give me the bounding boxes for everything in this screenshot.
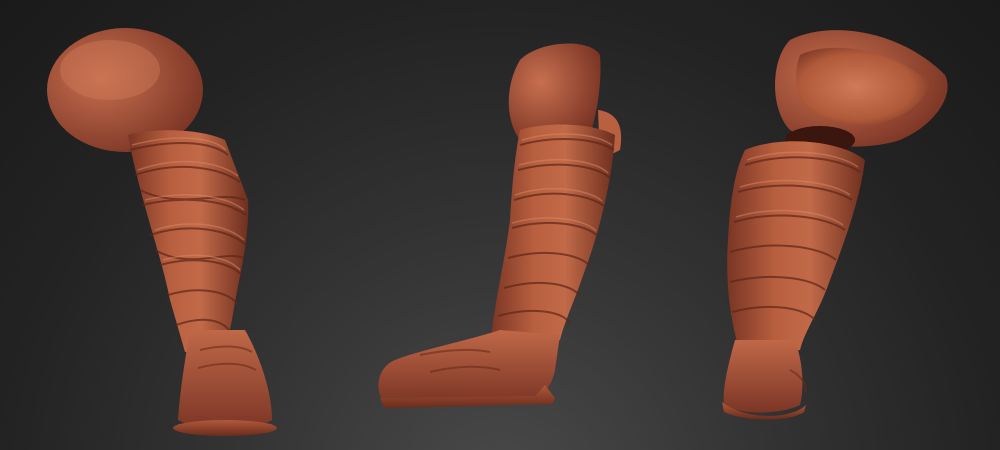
boot-sole xyxy=(173,420,277,436)
boot-shoe xyxy=(723,340,803,413)
boot-back-view[interactable] xyxy=(722,30,948,420)
boot-front-view[interactable] xyxy=(47,28,277,436)
wrapped-leg xyxy=(128,130,249,352)
boot-side-view[interactable] xyxy=(378,43,622,408)
sculpt-viewport[interactable] xyxy=(0,0,1000,450)
boot-shoe xyxy=(178,330,272,429)
boot-render-canvas xyxy=(47,28,948,436)
